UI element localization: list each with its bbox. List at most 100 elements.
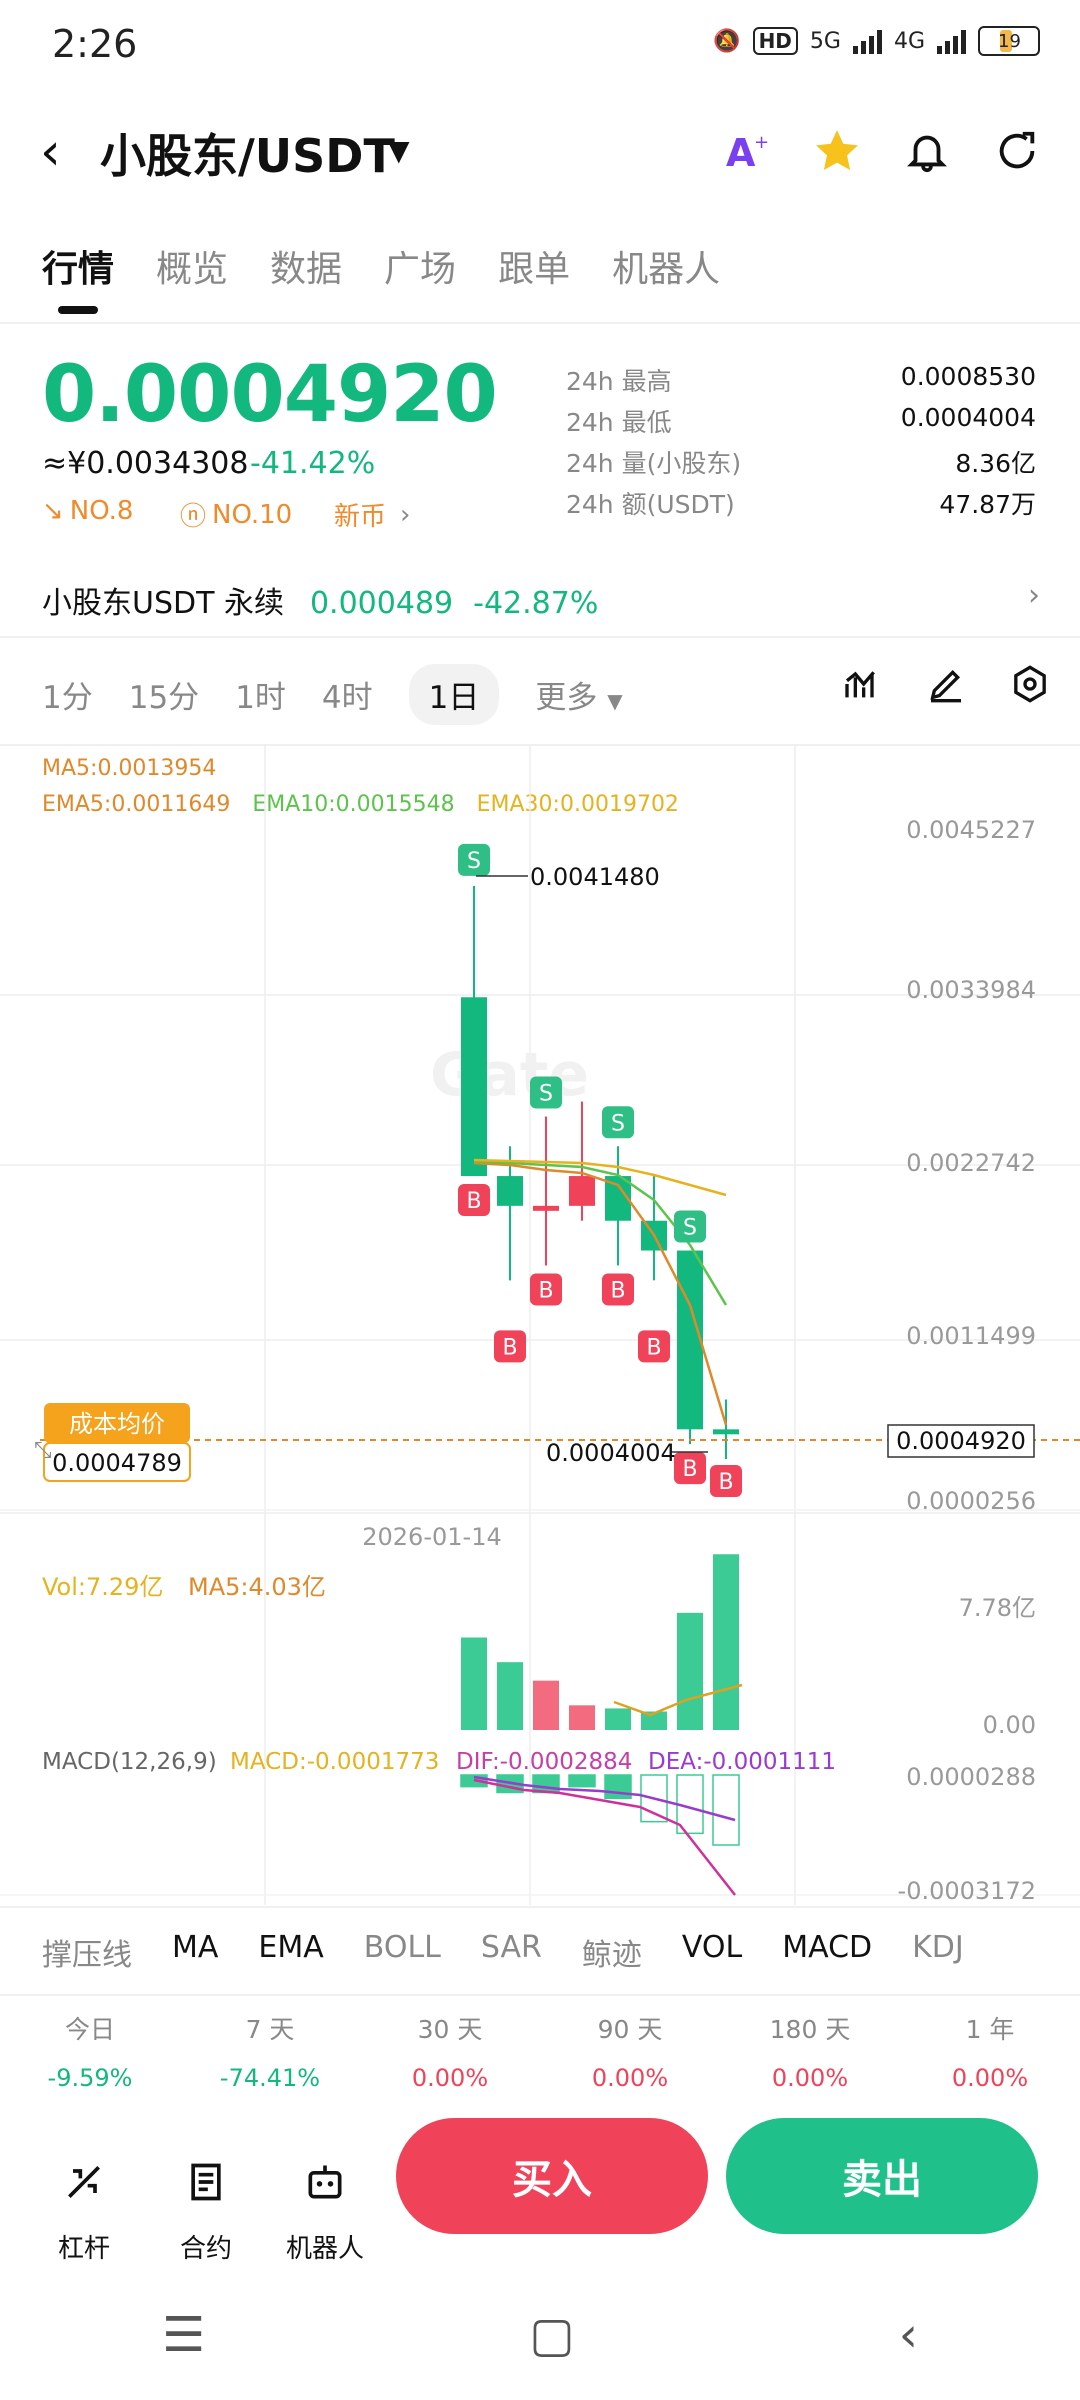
tab-overview[interactable]: 概览 <box>156 240 228 292</box>
vol-ma5-legend: MA5:4.03亿 <box>188 1573 326 1601</box>
sell-signal-label: S <box>611 1111 625 1136</box>
buy-button[interactable]: 买入 <box>396 2118 708 2234</box>
pair-title[interactable]: 小股东/USDT <box>100 120 395 186</box>
ind-sar[interactable]: SAR <box>481 1930 542 1974</box>
status-bar: 2:26 🔕 HD 5G 4G 19 <box>0 0 1080 96</box>
trend-icon: ↘ <box>42 496 64 526</box>
tab-copytrade[interactable]: 跟单 <box>498 240 570 292</box>
contract-icon <box>184 2160 228 2214</box>
cost-value: 0.0004789 <box>52 1449 182 1477</box>
perf-180d: 180 天 0.00% <box>769 2015 851 2090</box>
chart-tools <box>842 664 1050 713</box>
y-axis: 0.0045227 0.0033984 0.0022742 0.0011499 … <box>906 816 1036 1515</box>
stat-amount: 24h 额(USDT) 47.87万 <box>566 490 1036 519</box>
ytick: 0.0022742 <box>906 1149 1036 1177</box>
buy-signal-label: B <box>646 1335 661 1360</box>
svg-text:A: A <box>726 131 756 175</box>
menu-icon[interactable]: ☰ <box>162 2307 205 2363</box>
tab-data[interactable]: 数据 <box>270 240 342 292</box>
ind-macd[interactable]: MACD <box>782 1930 872 1974</box>
tf-1h[interactable]: 1时 <box>235 672 286 717</box>
ind-ema[interactable]: EMA <box>258 1930 323 1974</box>
contract-button[interactable]: 合约 <box>180 2160 232 2265</box>
volume-bar <box>533 1680 559 1730</box>
indicator-icon[interactable] <box>842 664 882 713</box>
tab-bot[interactable]: 机器人 <box>612 240 720 292</box>
tf-4h[interactable]: 4时 <box>322 672 373 717</box>
bot-button[interactable]: 机器人 <box>286 2160 364 2265</box>
ind-boll[interactable]: BOLL <box>364 1930 441 1974</box>
sell-button[interactable]: 卖出 <box>726 2118 1038 2234</box>
lever-button[interactable]: 杠杆 <box>58 2160 110 2265</box>
macd-bar <box>568 1774 596 1788</box>
current-price-label: 0.0004920 <box>896 1427 1026 1455</box>
chevron-right-icon[interactable]: › <box>1028 578 1040 613</box>
draw-icon[interactable] <box>926 664 966 713</box>
network-4g: 4G <box>893 28 925 54</box>
buy-signal-label: B <box>502 1335 517 1360</box>
home-icon[interactable]: ▢ <box>529 2307 574 2363</box>
macd-ytick: 0.0000288 <box>906 1763 1036 1791</box>
share-icon[interactable] <box>990 124 1044 178</box>
volume-bars <box>461 1554 739 1730</box>
bell-icon[interactable] <box>900 124 954 178</box>
ind-support[interactable]: 撑压线 <box>42 1930 132 1974</box>
volume-bar <box>497 1662 523 1730</box>
tab-market[interactable]: 行情 <box>42 240 114 314</box>
kline-chart[interactable]: Gate 0.0045227 0.0033984 0.0022742 0.001… <box>0 745 1080 1905</box>
date-label: 2026-01-14 <box>362 1523 501 1551</box>
perp-price: 0.000489 <box>309 586 454 621</box>
buy-signal-label: B <box>610 1278 625 1303</box>
ind-kdj[interactable]: KDJ <box>912 1930 964 1974</box>
macd-bar <box>712 1774 740 1846</box>
signal-icon <box>852 28 882 54</box>
candle-body <box>497 1176 523 1206</box>
tf-15m[interactable]: 15分 <box>129 672 199 717</box>
macd-dif: DIF:-0.0002884 <box>456 1749 632 1775</box>
ytick: 0.0045227 <box>906 816 1036 844</box>
ytick: 0.0033984 <box>906 976 1036 1004</box>
tf-1d[interactable]: 1日 <box>408 664 500 725</box>
star-icon[interactable] <box>810 124 864 178</box>
performance-row: 今日 -9.59% 7 天 -74.41% 30 天 0.00% 90 天 0.00% … <box>0 2010 1080 2090</box>
volume-bar <box>605 1708 631 1730</box>
perf-today: 今日 -9.59% <box>47 2015 133 2090</box>
timeframe-selector: 1分 15分 1时 4时 1日 更多 ▼ <box>42 664 623 725</box>
new-coin-tag[interactable]: 新币 › <box>334 496 410 533</box>
back-icon[interactable]: ‹ <box>899 2307 918 2363</box>
ind-vol[interactable]: VOL <box>682 1930 742 1974</box>
ind-whale[interactable]: 鲸迹 <box>582 1930 642 1974</box>
back-button[interactable]: ‹ <box>40 126 61 178</box>
network-5g: 5G <box>809 28 841 54</box>
macd-ytick: -0.0003172 <box>898 1877 1036 1905</box>
status-icons: 🔕 HD 5G 4G 19 <box>713 26 1040 56</box>
macd-value: MACD:-0.0001773 <box>230 1749 439 1775</box>
stat-low: 24h 最低 0.0004004 <box>566 403 1036 437</box>
ind-ma[interactable]: MA <box>172 1930 218 1974</box>
tf-more[interactable]: 更多 ▼ <box>535 672 622 717</box>
tab-square[interactable]: 广场 <box>384 240 456 292</box>
ytick: 0.0011499 <box>906 1322 1036 1350</box>
volume-bar <box>713 1554 739 1730</box>
watermark: Gate <box>430 1040 589 1110</box>
macd-title: MACD(12,26,9) <box>42 1749 217 1775</box>
hd-icon: HD <box>752 27 798 55</box>
tf-1m[interactable]: 1分 <box>42 672 93 717</box>
price-cny: ≈¥0.0034308 <box>42 446 249 481</box>
system-nav: ☰ ▢ ‹ <box>0 2290 1080 2380</box>
rank-badge-2[interactable]: ⓝ NO.10 <box>180 496 292 533</box>
chevron-down-icon[interactable]: ▼ <box>388 134 410 167</box>
vol-ytick: 7.78亿 <box>959 1594 1036 1622</box>
rank-badge-1[interactable]: ↘ NO.8 <box>42 496 133 526</box>
translate-icon[interactable]: A + <box>720 124 774 178</box>
perp-row[interactable]: 小股东USDT 永续 0.000489 -42.87% <box>42 578 598 622</box>
sell-signal-label: S <box>683 1216 697 1241</box>
expand-icon: ⤡ <box>34 1438 52 1463</box>
mute-icon: 🔕 <box>713 28 741 54</box>
divider <box>0 322 1080 324</box>
perp-change: -42.87% <box>473 586 599 621</box>
vol-legend: Vol:7.29亿 <box>42 1573 163 1601</box>
buy-signal-label: B <box>466 1189 481 1214</box>
settings-icon[interactable] <box>1010 664 1050 713</box>
divider <box>0 636 1080 638</box>
